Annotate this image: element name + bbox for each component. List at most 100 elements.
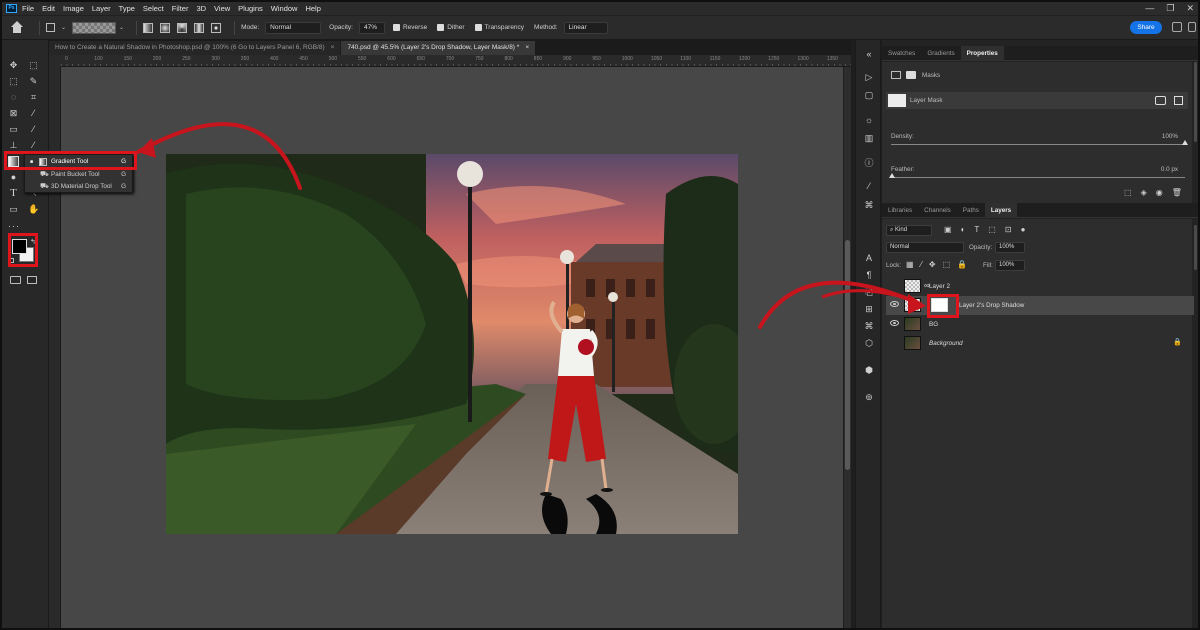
menu-view[interactable]: View (214, 4, 230, 13)
close-icon[interactable]: × (331, 41, 335, 55)
workspace-icon[interactable] (1188, 22, 1196, 32)
reverse-checkbox[interactable]: Reverse (392, 24, 427, 31)
search-icon[interactable] (1172, 22, 1182, 32)
method-select[interactable]: Linear (563, 21, 608, 34)
radial-gradient-icon[interactable] (160, 22, 171, 33)
visibility-eye-icon[interactable] (890, 320, 899, 326)
artboard-tool-icon[interactable]: ⬚ (28, 60, 39, 71)
menu-image[interactable]: Image (63, 4, 84, 13)
close-icon[interactable]: ✕ (1186, 3, 1194, 14)
adjustment-filter-icon[interactable]: ◐ (961, 225, 966, 234)
tool-preset-icon[interactable] (46, 23, 55, 32)
scrollbar-thumb[interactable] (845, 240, 850, 470)
dither-checkbox[interactable]: Dither (437, 24, 465, 31)
share-button[interactable]: Share (1130, 21, 1162, 34)
shape-filter-icon[interactable]: ⬚ (988, 225, 996, 234)
mode-select[interactable]: Normal (265, 21, 322, 34)
tab-properties[interactable]: Properties (960, 45, 1004, 61)
toggle-mask-visibility-icon[interactable]: ◉ (1156, 188, 1163, 197)
apply-mask-icon[interactable]: ◈ (1141, 188, 1147, 197)
load-selection-icon[interactable]: ⬚ (1124, 188, 1132, 197)
feather-slider[interactable] (891, 177, 1185, 178)
density-slider[interactable] (891, 144, 1185, 145)
vector-mask-icon[interactable] (906, 71, 916, 79)
more-tools-icon[interactable]: ··· (8, 221, 19, 232)
crop-tool-icon[interactable]: ⌗ (28, 92, 39, 103)
navigator-icon[interactable]: ⎗ (864, 287, 874, 297)
document-tab-active[interactable]: 740.psd @ 45.5% (Layer 2's Drop Shadow, … (341, 41, 536, 55)
layer-mask-row[interactable]: Layer Mask (886, 92, 1188, 109)
menu-3d[interactable]: 3D (196, 4, 206, 13)
feather-value[interactable]: 0.0 px (1161, 166, 1178, 173)
document-tab[interactable]: How to Create a Natural Shadow in Photos… (49, 41, 341, 55)
layer-opacity-field[interactable]: 100% (995, 242, 1025, 253)
density-value[interactable]: 100% (1162, 133, 1178, 140)
select-mask-icon[interactable] (1155, 96, 1166, 105)
collapse-arrows-icon[interactable]: « (864, 49, 874, 59)
quick-select-icon[interactable]: ✎ (28, 76, 39, 87)
layer-row[interactable]: BG (886, 315, 1194, 334)
tab-channels[interactable]: Channels (918, 203, 957, 218)
tab-paths[interactable]: Paths (957, 203, 985, 218)
lock-all-icon[interactable]: 🔒 (957, 260, 967, 269)
linear-gradient-icon[interactable] (143, 22, 154, 33)
rectangle-tool-icon[interactable]: ▭ (8, 204, 19, 215)
layer-fill-field[interactable]: 100% (995, 260, 1025, 271)
menu-filter[interactable]: Filter (172, 4, 189, 13)
diamond-gradient-icon[interactable] (211, 22, 222, 33)
density-slider-thumb[interactable] (1182, 140, 1188, 145)
history-brush-icon[interactable]: ⁄ (28, 140, 39, 151)
angle-gradient-icon[interactable] (177, 22, 188, 33)
feather-slider-thumb[interactable] (889, 173, 895, 178)
foreground-color-swatch[interactable] (12, 239, 27, 254)
tab-libraries[interactable]: Libraries (882, 203, 918, 218)
type-filter-icon[interactable]: T (974, 225, 979, 234)
transparency-checkbox[interactable]: Transparency (474, 24, 524, 31)
glyphs-icon[interactable]: ⊞ (864, 304, 874, 314)
move-tool-icon[interactable]: ✥ (8, 60, 19, 71)
tab-layers[interactable]: Layers (984, 202, 1018, 218)
flyout-item-paint-bucket[interactable]: ⛟ Paint Bucket Tool G (25, 169, 132, 181)
healing-brush-icon[interactable]: ▭ (8, 124, 19, 135)
lock-transparent-icon[interactable]: ▦ (906, 260, 914, 269)
eyedropper-icon[interactable]: ⁄ (28, 108, 39, 119)
clone-source-icon[interactable]: ⌘ (864, 200, 874, 210)
info-icon[interactable]: ⓘ (864, 158, 874, 168)
adjustments-icon[interactable]: ☼ (864, 115, 874, 125)
lock-pixels-icon[interactable]: ⁄ (921, 260, 922, 269)
opacity-field[interactable]: 47% (358, 21, 385, 34)
histogram-icon[interactable]: ▥ (864, 133, 874, 143)
blend-mode-select[interactable]: Normal (886, 242, 964, 253)
quick-mask-icon[interactable] (10, 276, 21, 284)
actions-icon[interactable]: ⊚ (864, 392, 874, 402)
delete-mask-icon[interactable]: 🗑 (1172, 188, 1182, 197)
menu-file[interactable]: File (22, 4, 34, 13)
menu-help[interactable]: Help (305, 4, 320, 13)
lasso-tool-icon[interactable]: ◌ (8, 92, 19, 103)
screen-mode-icon[interactable] (27, 276, 37, 284)
pixel-filter-icon[interactable]: ▣ (944, 225, 952, 234)
smart-object-filter-icon[interactable]: ⊡ (1005, 225, 1012, 234)
lock-position-icon[interactable]: ✥ (929, 260, 936, 269)
maximize-icon[interactable]: ❐ (1166, 3, 1174, 14)
flyout-item-3d-material-drop[interactable]: ⛟ 3D Material Drop Tool G (25, 181, 132, 193)
3d-icon[interactable]: ⬡ (864, 338, 874, 348)
layer-row[interactable]: Background 🔒 (886, 334, 1194, 353)
comments-icon[interactable]: ▢ (864, 90, 874, 100)
character-icon[interactable]: A (864, 253, 874, 263)
hand-tool-icon[interactable]: ✋ (28, 204, 39, 215)
document-image[interactable] (166, 154, 738, 534)
dodge-tool-icon[interactable]: ● (8, 172, 19, 183)
type-tool-icon[interactable]: T (8, 188, 19, 199)
menu-type[interactable]: Type (119, 4, 135, 13)
filter-toggle-icon[interactable]: ● (1021, 225, 1026, 234)
close-icon[interactable]: × (525, 41, 529, 55)
visibility-eye-icon[interactable] (890, 301, 899, 307)
clone-stamp-icon[interactable]: ⊥ (8, 140, 19, 151)
frame-tool-icon[interactable]: ⊠ (8, 108, 19, 119)
tab-swatches[interactable]: Swatches (882, 46, 921, 61)
menu-edit[interactable]: Edit (42, 4, 55, 13)
chevron-down-icon[interactable]: ⌄ (119, 24, 124, 31)
layers-scrollbar[interactable] (1194, 225, 1197, 270)
home-icon[interactable] (10, 20, 24, 35)
